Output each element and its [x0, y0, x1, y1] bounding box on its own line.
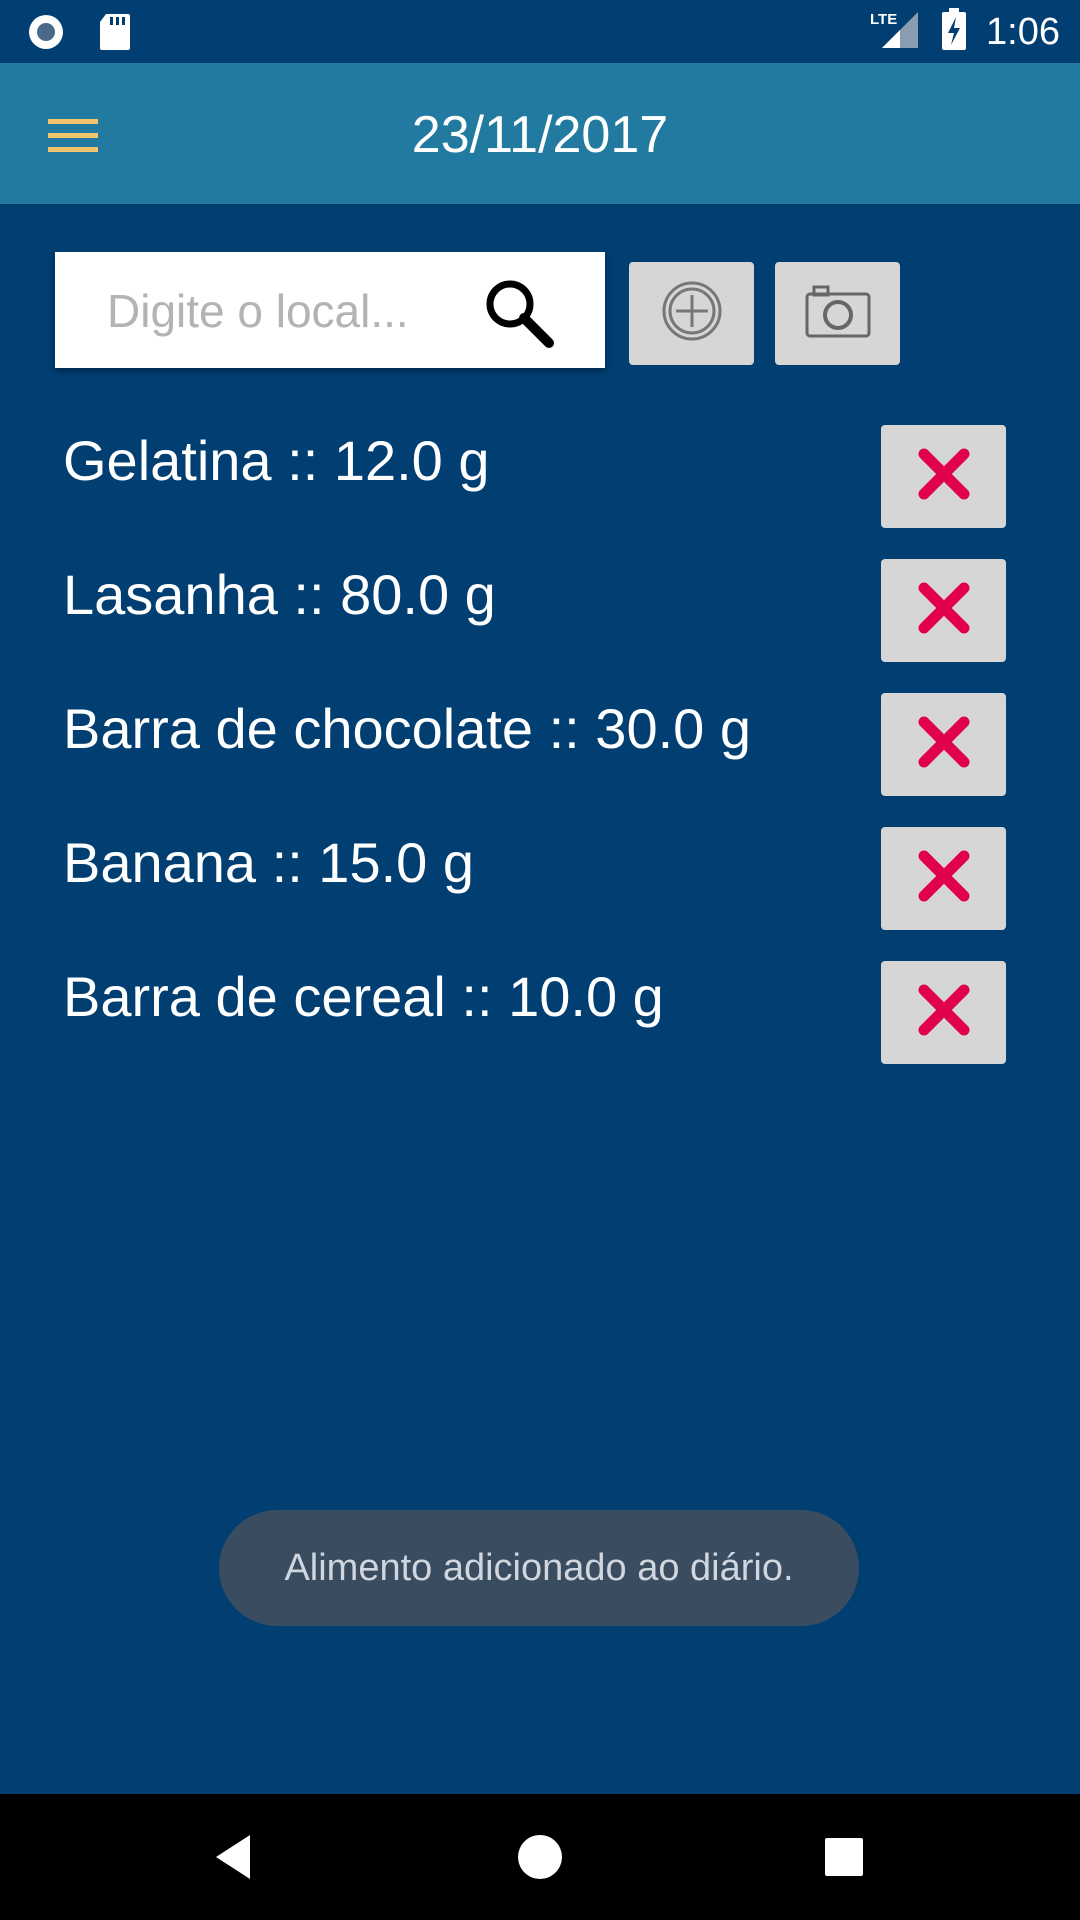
search-icon[interactable]: [481, 275, 555, 349]
red-x-icon: [916, 580, 972, 641]
sd-card-icon: [98, 12, 132, 57]
recents-icon: [814, 1838, 874, 1891]
red-x-icon: [916, 982, 972, 1043]
delete-item-button[interactable]: [881, 961, 1006, 1064]
red-x-icon: [916, 714, 972, 775]
food-item-label: Banana :: 15.0 g: [63, 831, 475, 894]
delete-item-button[interactable]: [881, 693, 1006, 796]
svg-text:LTE: LTE: [870, 11, 897, 28]
lte-signal-icon: LTE: [870, 8, 922, 57]
status-bar: LTE 1:06: [0, 0, 1080, 63]
food-item-label: Gelatina :: 12.0 g: [63, 429, 490, 492]
system-nav-bar: [0, 1794, 1080, 1920]
list-item: Gelatina :: 12.0 g: [0, 420, 1080, 554]
list-item: Barra de cereal :: 10.0 g: [0, 956, 1080, 1090]
add-food-button[interactable]: [629, 262, 754, 365]
circle-app-icon: [26, 12, 66, 57]
back-icon: [206, 1835, 266, 1891]
list-item: Lasanha :: 80.0 g: [0, 554, 1080, 688]
camera-icon: [804, 283, 872, 344]
status-time: 1:06: [986, 11, 1060, 53]
list-item: Barra de chocolate :: 30.0 g: [0, 688, 1080, 822]
food-item-label: Barra de cereal :: 10.0 g: [63, 965, 664, 1028]
page-title: 23/11/2017: [411, 106, 669, 164]
list-item: Banana :: 15.0 g: [0, 822, 1080, 956]
back-button[interactable]: [206, 1827, 266, 1887]
app-bar: 23/11/2017: [0, 63, 1080, 204]
search-box: [55, 252, 605, 368]
recents-button[interactable]: [814, 1827, 874, 1887]
camera-button[interactable]: [775, 262, 900, 365]
battery-charging-icon: [940, 8, 968, 57]
food-item-label: Barra de chocolate :: 30.0 g: [63, 697, 751, 760]
toast-message: Alimento adicionado ao diário.: [219, 1510, 859, 1626]
delete-item-button[interactable]: [881, 827, 1006, 930]
food-item-label: Lasanha :: 80.0 g: [63, 563, 496, 626]
search-input[interactable]: [105, 276, 509, 346]
red-x-icon: [916, 446, 972, 507]
plus-circle-icon: [660, 279, 724, 348]
home-button[interactable]: [510, 1827, 570, 1887]
home-icon: [510, 1835, 570, 1891]
delete-item-button[interactable]: [881, 559, 1006, 662]
delete-item-button[interactable]: [881, 425, 1006, 528]
red-x-icon: [916, 848, 972, 909]
